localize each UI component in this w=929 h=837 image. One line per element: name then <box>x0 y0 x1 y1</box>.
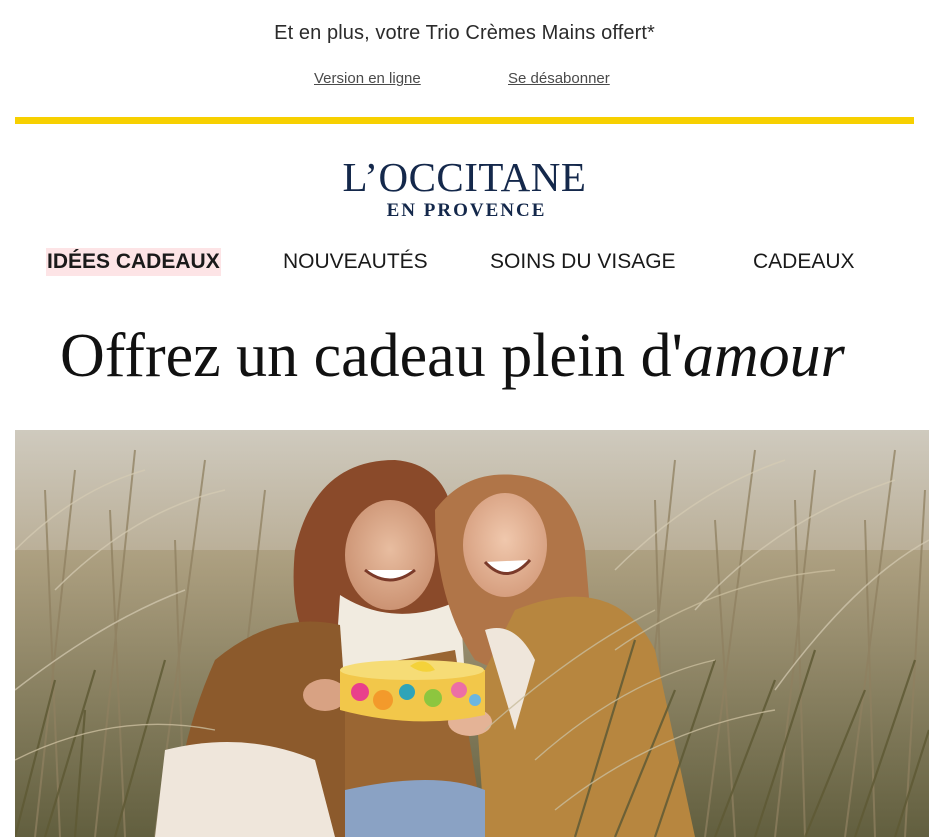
preheader-text: Et en plus, votre Trio Crèmes Mains offe… <box>274 22 655 44</box>
accent-divider <box>15 117 914 124</box>
headline-main-text: Offrez un cadeau plein d' <box>60 322 683 390</box>
nav-item-cadeaux[interactable]: CADEAUX <box>753 248 855 276</box>
nav-item-nouveautes[interactable]: NOUVEAUTÉS <box>283 248 428 276</box>
hero-headline: Offrez un cadeau plein d'amour <box>60 318 845 394</box>
unsubscribe-link[interactable]: Se désabonner <box>508 70 610 87</box>
view-online-link[interactable]: Version en ligne <box>314 70 421 87</box>
nav-item-soins-du-visage[interactable]: SOINS DU VISAGE <box>490 248 676 276</box>
preheader-links: Version en ligne Se désabonner <box>0 70 929 90</box>
hero-image[interactable] <box>15 430 929 837</box>
brand-logo[interactable]: L’OCCITANE EN PROVENCE <box>0 155 929 222</box>
nav-item-idees-cadeaux[interactable]: IDÉES CADEAUX <box>46 248 221 276</box>
main-nav: IDÉES CADEAUX NOUVEAUTÉS SOINS DU VISAGE… <box>0 248 929 278</box>
brand-tagline: EN PROVENCE <box>386 200 547 221</box>
hero-photo-illustration <box>15 430 929 837</box>
gift-box <box>340 660 485 722</box>
brand-name: L’OCCITANE <box>342 154 587 200</box>
headline-emphasis-text: amour <box>682 322 845 390</box>
